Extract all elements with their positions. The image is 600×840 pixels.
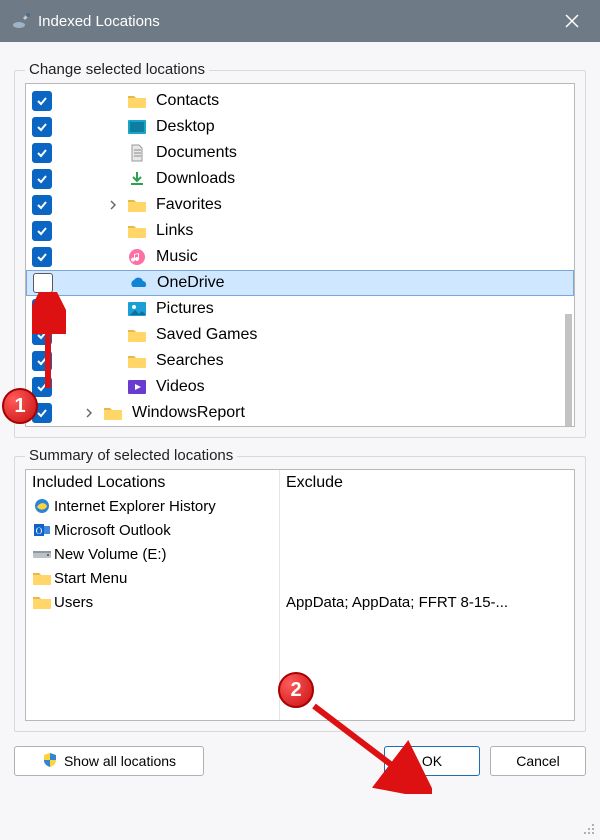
resize-grip[interactable] — [580, 820, 596, 836]
exclude-row — [286, 542, 568, 566]
chevron-right-icon[interactable] — [106, 200, 120, 210]
tree-row-desktop[interactable]: Desktop — [26, 114, 574, 140]
folder-icon — [126, 325, 148, 345]
included-label: Internet Explorer History — [54, 498, 216, 515]
folder-icon — [32, 593, 52, 611]
close-button[interactable] — [544, 0, 600, 42]
button-row: Show all locations OK Cancel — [14, 746, 586, 776]
exclude-text: AppData; AppData; FFRT 8-15-... — [286, 594, 508, 611]
included-row[interactable]: Internet Explorer History — [32, 494, 273, 518]
tree-row-searches[interactable]: Searches — [26, 348, 574, 374]
included-column: Included Locations Internet Explorer His… — [26, 470, 280, 720]
locations-tree[interactable]: Contacts Desktop Documents Downloads Favorit… — [25, 83, 575, 427]
change-locations-legend: Change selected locations — [25, 61, 209, 78]
included-row[interactable]: Users — [32, 590, 273, 614]
tree-row-contacts[interactable]: Contacts — [26, 88, 574, 114]
ie-icon — [32, 497, 52, 515]
checkbox[interactable] — [32, 247, 52, 267]
exclude-header: Exclude — [286, 474, 568, 492]
included-label: New Volume (E:) — [54, 546, 167, 563]
annotation-badge-1: 1 — [2, 388, 38, 424]
download-icon — [126, 169, 148, 189]
annotation-badge-2: 2 — [278, 672, 314, 708]
checkbox[interactable] — [33, 273, 53, 293]
cancel-button[interactable]: Cancel — [490, 746, 586, 776]
included-row[interactable]: O Microsoft Outlook — [32, 518, 273, 542]
checkbox[interactable] — [32, 143, 52, 163]
tree-item-label: Saved Games — [156, 326, 257, 344]
svg-text:O: O — [36, 526, 43, 536]
tree-item-label: Favorites — [156, 196, 222, 214]
checkbox[interactable] — [32, 91, 52, 111]
exclude-row — [286, 518, 568, 542]
tree-row-onedrive[interactable]: OneDrive — [26, 270, 574, 296]
tree-row-music[interactable]: Music — [26, 244, 574, 270]
checkbox[interactable] — [32, 221, 52, 241]
tree-row-documents[interactable]: Documents — [26, 140, 574, 166]
tree-row-windowsreport[interactable]: WindowsReport — [26, 400, 574, 426]
tree-row-pictures[interactable]: Pictures — [26, 296, 574, 322]
included-label: Microsoft Outlook — [54, 522, 171, 539]
close-icon — [565, 14, 579, 28]
checkbox[interactable] — [32, 117, 52, 137]
exclude-row — [286, 566, 568, 590]
annotation-arrow-2 — [302, 694, 432, 794]
chevron-right-icon[interactable] — [82, 408, 96, 418]
checkbox[interactable] — [32, 169, 52, 189]
tree-item-label: WindowsReport — [132, 404, 245, 422]
tree-item-label: Pictures — [156, 300, 214, 318]
folder-icon — [102, 403, 124, 423]
drive-icon — [32, 545, 52, 563]
included-row[interactable]: Start Menu — [32, 566, 273, 590]
tree-row-favorites[interactable]: Favorites — [26, 192, 574, 218]
included-header: Included Locations — [32, 474, 273, 492]
folder-icon — [126, 195, 148, 215]
show-all-label: Show all locations — [64, 753, 176, 769]
included-row[interactable]: New Volume (E:) — [32, 542, 273, 566]
change-locations-group: Change selected locations ContactsDeskto… — [14, 70, 586, 438]
folder-icon — [32, 569, 52, 587]
exclude-row: AppData; AppData; FFRT 8-15-... — [286, 590, 568, 614]
folder-icon — [126, 351, 148, 371]
tree-scrollbar[interactable] — [565, 314, 572, 426]
exclude-row — [286, 494, 568, 518]
tree-row-videos[interactable]: Videos — [26, 374, 574, 400]
tree-row-saved-games[interactable]: Saved Games — [26, 322, 574, 348]
window-title: Indexed Locations — [38, 13, 160, 30]
outlook-icon: O — [32, 521, 52, 539]
checkbox[interactable] — [32, 195, 52, 215]
exclude-column: Exclude AppData; AppData; FFRT 8-15-... — [280, 470, 574, 720]
show-all-locations-button[interactable]: Show all locations — [14, 746, 204, 776]
tree-row-links[interactable]: Links — [26, 218, 574, 244]
folder-icon — [126, 91, 148, 111]
tree-item-label: Searches — [156, 352, 224, 370]
included-label: Users — [54, 594, 93, 611]
included-label: Start Menu — [54, 570, 127, 587]
document-icon — [126, 143, 148, 163]
annotation-arrow-1 — [32, 292, 66, 392]
tree-item-label: Downloads — [156, 170, 235, 188]
tree-item-label: Contacts — [156, 92, 219, 110]
videos-icon — [126, 377, 148, 397]
tree-item-label: Links — [156, 222, 193, 240]
folder-icon — [126, 221, 148, 241]
tree-item-label: Documents — [156, 144, 237, 162]
tree-item-label: OneDrive — [157, 274, 225, 292]
pictures-icon — [126, 299, 148, 319]
desktop-icon — [126, 117, 148, 137]
onedrive-icon — [127, 273, 149, 293]
tree-row-downloads[interactable]: Downloads — [26, 166, 574, 192]
music-icon — [126, 247, 148, 267]
tree-item-label: Desktop — [156, 118, 215, 136]
tree-item-label: Music — [156, 248, 198, 266]
title-bar: Indexed Locations — [0, 0, 600, 42]
shield-icon — [42, 752, 58, 771]
tree-item-label: Videos — [156, 378, 205, 396]
app-icon — [12, 12, 32, 30]
cancel-label: Cancel — [516, 753, 560, 769]
summary-legend: Summary of selected locations — [25, 447, 237, 464]
